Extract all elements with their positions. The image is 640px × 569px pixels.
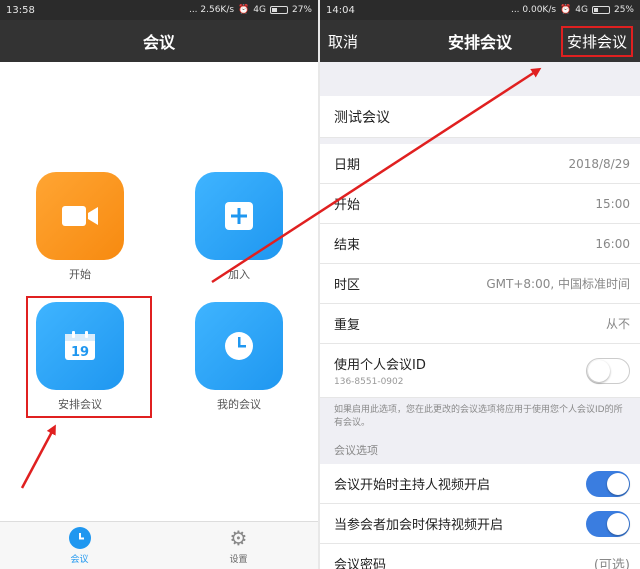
page-title: 会议 (142, 33, 175, 52)
right-phone-screen: 14:04 ... 0.00K/s ⏰ 4G 25% 取消 安排会议 安排会议 … (320, 0, 640, 569)
plus-icon (225, 202, 253, 230)
network-speed: ... 0.00K/s (510, 5, 557, 15)
row-label: 当参会者加会时保持视频开启 (334, 518, 504, 533)
pmi-note: 如果启用此选项，您在此更改的会议选项将应用于使用您个人会议ID的所有会议。 (320, 398, 640, 436)
row-label: 会议密码 (334, 558, 387, 569)
cancel-button[interactable]: 取消 (328, 31, 358, 52)
status-bar: 14:04 ... 0.00K/s ⏰ 4G 25% (320, 0, 640, 20)
page-title: 安排会议 (447, 33, 512, 52)
alarm-icon: ⏰ (238, 5, 250, 15)
host-video-row: 会议开始时主持人视频开启 (320, 464, 640, 504)
row-label: 时区 (334, 278, 361, 293)
top-nav: 取消 安排会议 安排会议 (320, 20, 640, 62)
timezone-row[interactable]: 时区 GMT+8:00, 中国标准时间 (320, 264, 640, 304)
top-nav: 会议 (0, 20, 318, 62)
row-label: 重复 (334, 318, 361, 333)
pmi-id: 136-8551-0902 (334, 377, 404, 387)
battery-icon (269, 6, 288, 14)
topic-field[interactable]: 测试会议 (320, 96, 640, 138)
row-label: 结束 (334, 238, 361, 253)
home-grid: 开始 加入 19 安排会议 我的会议 (0, 62, 318, 521)
topic-value: 测试会议 (334, 109, 390, 126)
clock-icon (225, 332, 253, 360)
tab-label: 会议 (70, 554, 89, 565)
row-value: 2018/8/29 (568, 156, 630, 171)
pmi-label: 使用个人会议ID (334, 358, 426, 373)
join-meeting-button[interactable] (195, 172, 283, 260)
video-camera-icon (62, 206, 98, 226)
host-video-toggle[interactable] (586, 470, 630, 497)
status-time: 14:04 (326, 4, 355, 16)
start-meeting-button[interactable] (36, 172, 124, 260)
participant-video-toggle[interactable] (586, 510, 630, 537)
options-header: 会议选项 (320, 436, 640, 464)
signal-label: 4G (253, 5, 266, 15)
row-label: 开始 (334, 198, 361, 213)
date-row[interactable]: 日期 2018/8/29 (320, 144, 640, 184)
end-time-row[interactable]: 结束 16:00 (320, 224, 640, 264)
start-meeting-tile[interactable]: 开始 (35, 172, 125, 282)
row-value: (可选) (593, 558, 630, 569)
battery-percent: 25% (613, 5, 634, 15)
battery-percent: 27% (291, 5, 312, 15)
schedule-confirm-button[interactable]: 安排会议 (560, 25, 633, 57)
gear-icon: ⚙ (229, 525, 248, 550)
pmi-toggle[interactable] (586, 357, 630, 384)
status-bar: 13:58 ... 2.56K/s ⏰ 4G 27% (0, 0, 318, 20)
start-time-row[interactable]: 开始 15:00 (320, 184, 640, 224)
my-meetings-button[interactable] (195, 302, 283, 390)
signal-label: 4G (575, 5, 588, 15)
alarm-icon: ⏰ (560, 5, 572, 15)
highlight-schedule-box (26, 296, 152, 418)
tile-label: 开始 (69, 268, 91, 281)
row-label: 日期 (334, 158, 361, 173)
tab-settings[interactable]: ⚙ 设置 (159, 522, 318, 569)
tab-label: 设置 (229, 554, 248, 565)
join-meeting-tile[interactable]: 加入 (194, 172, 284, 282)
bottom-tab-bar: 会议 ⚙ 设置 (0, 521, 318, 569)
row-value: GMT+8:00, 中国标准时间 (486, 277, 630, 291)
row-value: 16:00 (595, 236, 630, 251)
row-label: 会议开始时主持人视频开启 (334, 478, 491, 493)
row-value: 从不 (605, 317, 630, 331)
network-speed: ... 2.56K/s (188, 5, 235, 15)
my-meetings-tile[interactable]: 我的会议 (194, 302, 284, 412)
pmi-row: 使用个人会议ID 136-8551-0902 (320, 344, 640, 398)
repeat-row[interactable]: 重复 从不 (320, 304, 640, 344)
participant-video-row: 当参会者加会时保持视频开启 (320, 504, 640, 544)
tile-label: 加入 (228, 268, 250, 281)
tab-meetings[interactable]: 会议 (0, 522, 159, 569)
clock-icon (68, 526, 91, 549)
battery-icon (591, 6, 610, 14)
password-row[interactable]: 会议密码 (可选) (320, 544, 640, 569)
tile-label: 我的会议 (217, 398, 261, 411)
left-phone-screen: 13:58 ... 2.56K/s ⏰ 4G 27% 会议 开始 加入 19 安… (0, 0, 318, 569)
row-value: 15:00 (595, 196, 630, 211)
status-time: 13:58 (6, 4, 35, 16)
